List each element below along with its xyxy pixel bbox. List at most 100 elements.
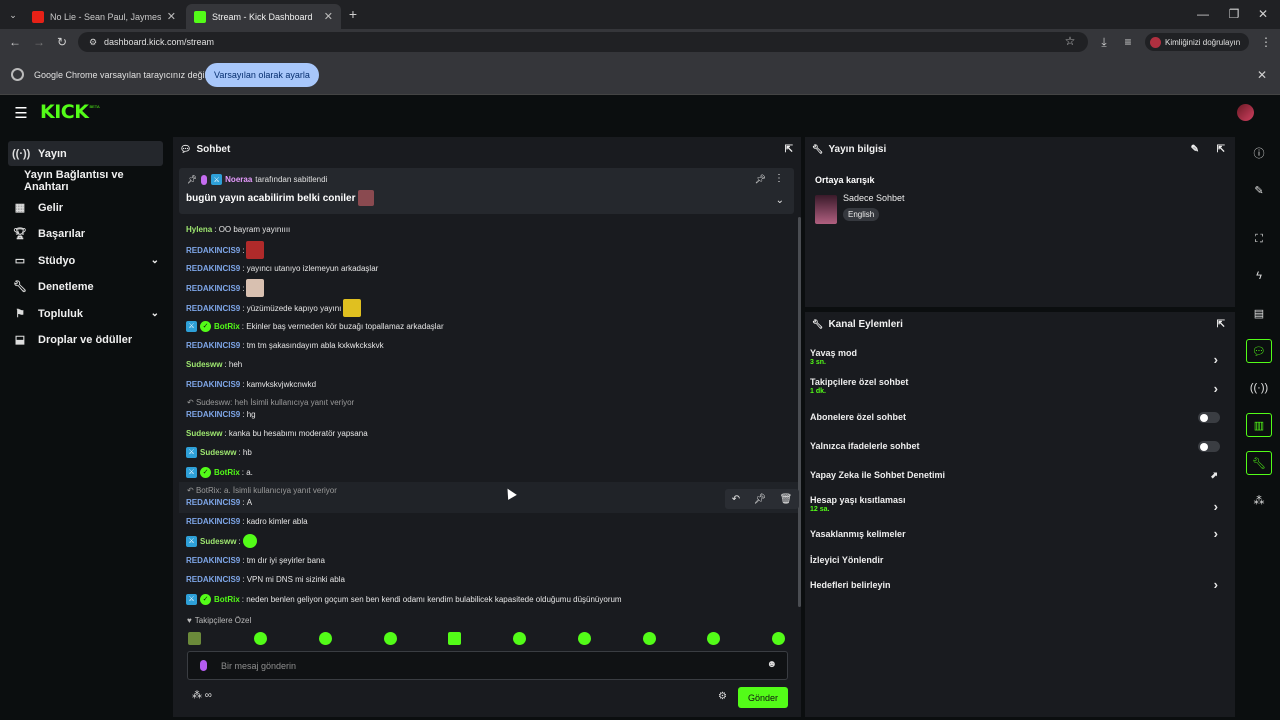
emote-icon[interactable]	[707, 632, 720, 645]
edit-icon[interactable]: ✎	[1246, 178, 1272, 202]
tab-kick-dashboard[interactable]: Stream - Kick Dashboard ✕	[186, 4, 341, 29]
chevron-right-icon[interactable]: ›	[1214, 577, 1218, 592]
channel-action-goals[interactable]: Hedefleri belirleyin ›	[810, 577, 1218, 596]
channel-action-raid[interactable]: İzleyici Yönlendir	[810, 555, 1218, 571]
chat-message[interactable]: ⚔ ✓ BotRix: a.	[186, 465, 253, 479]
chat-username[interactable]: Sudesww	[186, 360, 222, 369]
close-icon[interactable]: ✕	[324, 10, 333, 23]
emote-icon[interactable]	[513, 632, 526, 645]
server-icon[interactable]: ▥	[1246, 413, 1272, 437]
send-button[interactable]: Gönder	[738, 687, 788, 708]
back-icon[interactable]: ←	[8, 35, 22, 49]
chat-message[interactable]: Sudesww: heh	[186, 357, 242, 371]
lightning-icon[interactable]: ϟ	[1246, 264, 1272, 288]
chevron-right-icon[interactable]: ›	[1214, 526, 1218, 541]
sidebar-item-yayin-baglantisi[interactable]: Yayın Bağlantısı ve Anahtarı	[8, 168, 163, 193]
chat-message[interactable]: ⚔ ✓ BotRix: neden benlen geliyon goçum s…	[186, 592, 622, 606]
emotes-only-toggle[interactable]	[1198, 441, 1220, 452]
emoji-icon[interactable]: ☻	[766, 659, 777, 670]
chat-username[interactable]: REDAKINCIS9	[186, 246, 240, 255]
subscribers-only-toggle[interactable]	[1198, 412, 1220, 423]
unpin-icon[interactable]: 📌︎	[755, 174, 766, 185]
download-icon[interactable]: ⤓	[1097, 35, 1111, 49]
channel-action-account-age[interactable]: Hesap yaşı kısıtlaması 12 sa. ›	[810, 495, 1218, 519]
chat-username[interactable]: REDAKINCIS9	[186, 410, 240, 419]
chevron-right-icon[interactable]: ›	[1214, 499, 1218, 514]
chat-username[interactable]: REDAKINCIS9	[186, 264, 240, 273]
chat-username[interactable]: Sudesww	[200, 448, 236, 457]
channel-action-subscribers-only[interactable]: Abonelere özel sohbet	[810, 412, 1220, 428]
sidebar-item-topluluk[interactable]: ⚑ Topluluk ⌄	[8, 301, 163, 326]
maximize-icon[interactable]: ❐	[1227, 6, 1241, 22]
browser-menu-icon[interactable]: ⋮	[1259, 35, 1273, 49]
chat-message[interactable]: REDAKINCIS9: tm tm şakasındayım abla kxk…	[186, 338, 384, 352]
window-close-icon[interactable]: ✕	[1256, 6, 1270, 22]
reply-reference[interactable]: ↶ Sudesww: heh İsimli kullanıcıya yanıt …	[187, 398, 354, 407]
sidebar-item-yayin[interactable]: ((·)) Yayın	[8, 141, 163, 166]
chat-message[interactable]: ⚔ Sudesww: hb	[186, 445, 252, 459]
popout-icon[interactable]: ⇱	[785, 144, 793, 155]
channel-action-banned-words[interactable]: Yasaklanmış kelimeler ›	[810, 526, 1218, 545]
infobar-close-icon[interactable]: ✕	[1255, 68, 1269, 82]
chat-message[interactable]: REDAKINCIS9: yüzümüzede kapıyo yayını	[186, 299, 362, 317]
forward-icon[interactable]: →	[32, 35, 46, 49]
more-options-icon[interactable]: ⋮	[774, 173, 784, 184]
channel-action-emotes-only[interactable]: Yalnızca ifadelerle sohbet	[810, 441, 1220, 457]
wrench-panel-icon[interactable]: 🔧︎	[1246, 451, 1272, 475]
bookmark-star-icon[interactable]: ☆	[1063, 34, 1077, 48]
reload-icon[interactable]: ↻	[55, 35, 69, 49]
minimize-icon[interactable]: —	[1196, 6, 1210, 22]
chat-message[interactable]: Hylena: OO bayram yayınıııı	[186, 222, 290, 236]
chat-username[interactable]: Hylena	[186, 225, 212, 234]
emote-icon[interactable]	[188, 632, 201, 645]
emote-icon[interactable]	[384, 632, 397, 645]
gear-icon[interactable]: ⚙	[718, 691, 727, 702]
chat-username[interactable]: REDAKINCIS9	[186, 575, 240, 584]
tab-search-icon[interactable]: ⌄	[6, 8, 20, 22]
sidebar-item-gelir[interactable]: ▦ Gelir	[8, 195, 163, 220]
community-icon[interactable]: ⁂	[1246, 488, 1272, 512]
chat-username[interactable]: REDAKINCIS9	[186, 304, 240, 313]
channel-action-ai-moderation[interactable]: Yapay Zeka ile Sohbet Denetimi ⬈	[810, 470, 1218, 486]
kick-logo[interactable]: KICK BETA	[40, 101, 100, 125]
sidebar-item-basarilar[interactable]: 🏆︎ Başarılar	[8, 221, 163, 246]
new-tab-button[interactable]: +	[346, 6, 360, 22]
chat-message[interactable]: REDAKINCIS9:	[186, 279, 265, 297]
chat-message[interactable]: Sudesww: kanka bu hesabımı moderatör yap…	[186, 426, 368, 440]
chat-message[interactable]: REDAKINCIS9: yayıncı utanıyo izlemeyun a…	[186, 261, 378, 275]
chevron-down-icon[interactable]: ⌄	[151, 308, 159, 319]
emote-icon[interactable]	[448, 632, 461, 645]
emote-icon[interactable]	[319, 632, 332, 645]
channel-action-followers-only[interactable]: Takipçilere özel sohbet 1 dk. ›	[810, 377, 1218, 401]
chevron-down-icon[interactable]: ⌄	[151, 255, 159, 266]
delete-icon[interactable]: 🗑︎	[780, 494, 793, 505]
chat-username[interactable]: REDAKINCIS9	[186, 498, 240, 507]
chat-message[interactable]: REDAKINCIS9: hg	[186, 407, 256, 421]
pinned-message[interactable]: 📌︎ ⚔ Noeraa tarafından sabitlendi bugün …	[179, 168, 794, 214]
document-icon[interactable]: ▤	[1246, 301, 1272, 325]
pin-icon[interactable]: 📌︎	[753, 494, 766, 505]
emote-icon[interactable]	[578, 632, 591, 645]
category-thumbnail[interactable]	[815, 195, 837, 224]
chat-message[interactable]: REDAKINCIS9: kamvkskvjwkcnwkd	[186, 377, 316, 391]
profile-chip[interactable]: Kimliğinizi doğrulayın	[1145, 33, 1249, 51]
info-icon[interactable]: ⓘ	[1246, 141, 1272, 165]
reply-icon[interactable]: ↶	[732, 494, 740, 505]
chat-panel-icon[interactable]: 💬︎	[1246, 339, 1272, 363]
chat-username[interactable]: Sudesww	[186, 429, 222, 438]
chat-username[interactable]: REDAKINCIS9	[186, 284, 240, 293]
popout-icon[interactable]: ⇱	[1217, 144, 1225, 155]
media-control-icon[interactable]: ≡	[1121, 35, 1135, 49]
edit-icon[interactable]: ✎	[1191, 144, 1199, 155]
user-avatar[interactable]	[1237, 104, 1254, 121]
chat-username[interactable]: REDAKINCIS9	[186, 380, 240, 389]
tab-youtube[interactable]: No Lie - Sean Paul, Jaymes You ✕	[24, 4, 184, 29]
chat-username[interactable]: Sudesww	[200, 537, 236, 546]
sidebar-item-studyo[interactable]: ▭ Stüdyo ⌄	[8, 248, 163, 273]
chat-scrollbar[interactable]	[798, 217, 801, 607]
emote-icon[interactable]	[643, 632, 656, 645]
sidebar-item-droplar[interactable]: ⬓ Droplar ve ödüller	[8, 327, 163, 352]
chevron-right-icon[interactable]: ›	[1214, 381, 1218, 396]
chat-message[interactable]: REDAKINCIS9: A	[186, 495, 252, 509]
chat-input-box[interactable]: Bir mesaj gönderin ☻	[187, 651, 788, 680]
